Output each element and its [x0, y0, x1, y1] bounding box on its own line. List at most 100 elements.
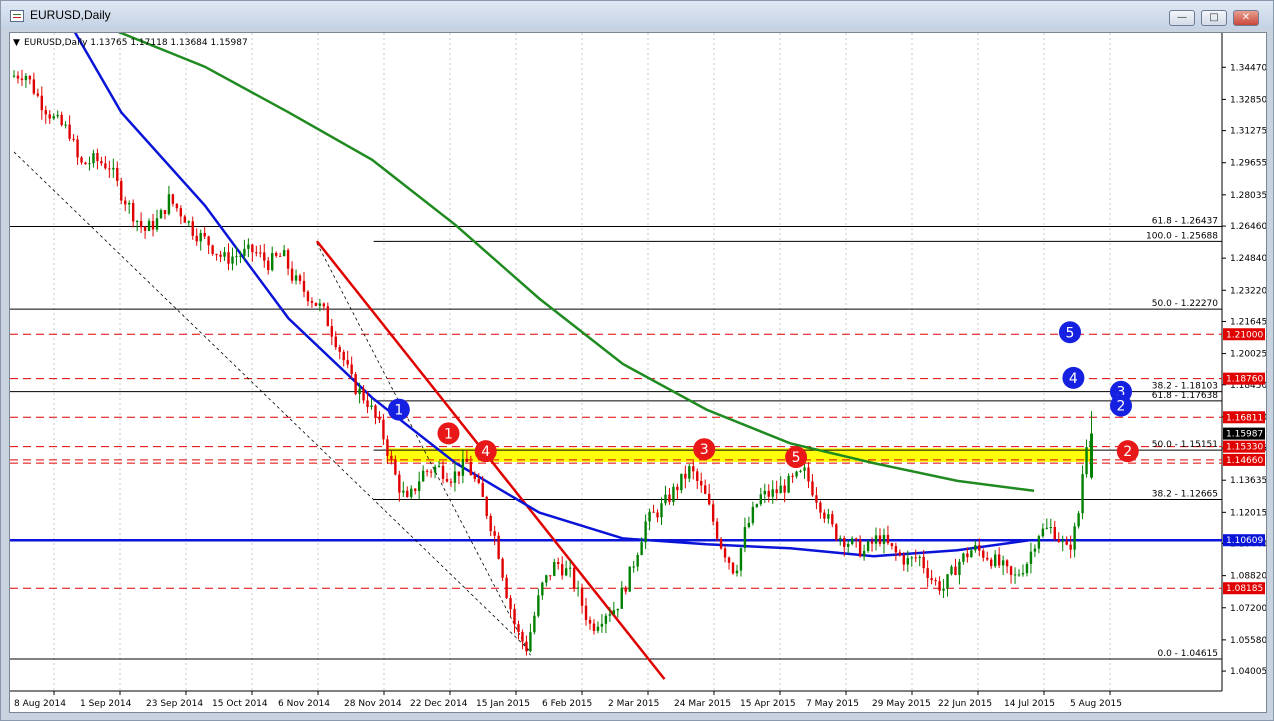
candle-bull	[755, 504, 759, 507]
candle-bull	[660, 503, 663, 518]
candle-bull	[358, 388, 361, 394]
wave-marker-label: 4	[1069, 371, 1078, 387]
candle-bear	[354, 374, 357, 394]
fib-level-label: 0.0 - 1.04615	[1158, 649, 1219, 659]
price-box-label: 1.10609	[1226, 536, 1263, 546]
candle-bull	[128, 202, 131, 205]
candle-bull	[763, 490, 766, 495]
candle-bull	[1045, 527, 1049, 529]
candle-bull	[235, 256, 238, 258]
minimize-button[interactable]: —	[1169, 10, 1195, 26]
candle-bear	[429, 471, 433, 473]
candle-bear	[997, 554, 1001, 566]
y-tick-label: 1.05580	[1230, 636, 1266, 646]
wave-marker-label: 2	[1117, 399, 1126, 415]
candle-bear	[692, 466, 695, 472]
candle-bear	[171, 194, 175, 204]
candle-bear	[143, 227, 147, 231]
candle-bull	[751, 506, 755, 523]
candle-bear	[819, 502, 822, 513]
close-button[interactable]: ✕	[1233, 10, 1259, 26]
candle-bear	[894, 546, 898, 553]
candle-bull	[604, 615, 608, 624]
candle-bull	[803, 467, 806, 471]
y-tick-label: 1.08820	[1230, 572, 1266, 582]
candle-bear	[696, 471, 699, 481]
candle-bull	[545, 575, 548, 583]
candle-bull	[664, 494, 667, 504]
candle-bear	[727, 557, 731, 563]
candle-bull	[64, 124, 67, 126]
candle-bear	[298, 275, 302, 281]
candle-bear	[934, 580, 937, 582]
candle-bull	[564, 568, 568, 576]
candle-bear	[886, 534, 890, 544]
x-tick-label: 15 Apr 2015	[740, 699, 796, 709]
candle-bear	[811, 481, 814, 496]
chart-area[interactable]: 1.34470 1.32850 1.31275 1.29655 1.28035 1.264…	[9, 32, 1267, 713]
candle-bear	[32, 79, 36, 94]
candle-bull	[787, 475, 790, 493]
candle-bull	[1025, 563, 1029, 574]
candle-bull	[282, 250, 286, 257]
candle-bull	[743, 527, 747, 549]
candle-bull	[644, 521, 647, 543]
candle-bear	[326, 306, 330, 327]
candle-bear	[163, 210, 167, 215]
chart-window: EURUSD,Daily — □ ✕ 1.34470 1.32850 1.31275…	[0, 0, 1274, 721]
candle-bull	[370, 405, 373, 408]
restore-button[interactable]: □	[1201, 10, 1227, 26]
candle-bear	[251, 244, 254, 253]
candle-bear	[505, 577, 508, 599]
candle-bull	[910, 557, 913, 559]
candle-bear	[76, 139, 79, 158]
candle-bear	[362, 388, 365, 401]
candle-bull	[1090, 433, 1094, 478]
candle-bull	[294, 275, 298, 281]
candle-bull	[739, 548, 743, 571]
candle-bull	[847, 543, 850, 547]
candle-bear	[584, 605, 588, 620]
candle-bear	[914, 557, 917, 559]
y-tick-label: 1.26460	[1230, 222, 1266, 232]
candle-bear	[390, 455, 393, 460]
x-tick-label: 6 Nov 2014	[278, 699, 330, 709]
candle-bear	[1053, 526, 1056, 540]
candle-bear	[346, 360, 349, 365]
candle-bull	[553, 562, 556, 576]
candle-bear	[711, 504, 715, 522]
candle-bear	[902, 555, 906, 565]
candle-bull	[56, 114, 59, 117]
candle-bear	[966, 553, 969, 558]
candle-bull	[962, 553, 965, 562]
candle-bull	[795, 471, 798, 477]
y-tick-label: 1.28035	[1230, 191, 1266, 201]
candle-bear	[1005, 560, 1009, 567]
candle-bull	[640, 542, 643, 556]
candle-bull	[402, 490, 405, 493]
candle-bear	[278, 255, 282, 257]
candle-bear	[342, 351, 345, 361]
candle-bear	[334, 336, 337, 348]
y-tick-label: 1.24840	[1230, 254, 1266, 264]
x-tick-label: 2 Mar 2015	[608, 699, 659, 709]
candle-bear	[48, 114, 51, 119]
candle-bull	[906, 558, 909, 565]
candle-bear	[72, 138, 75, 140]
candle-bear	[990, 559, 993, 567]
candle-bull	[688, 466, 691, 479]
candle-bear	[116, 167, 119, 181]
candle-bull	[958, 561, 961, 576]
x-tick-label: 29 May 2015	[872, 699, 931, 709]
candle-bull	[92, 153, 95, 164]
price-box-label: 1.18760	[1226, 375, 1263, 385]
candle-bear	[338, 347, 341, 352]
title-bar[interactable]: EURUSD,Daily — □ ✕	[1, 1, 1273, 29]
price-chart[interactable]: 1.34470 1.32850 1.31275 1.29655 1.28035 1.264…	[10, 33, 1266, 712]
candle-bear	[227, 252, 230, 264]
y-tick-label: 1.07200	[1230, 604, 1266, 614]
y-tick-label: 1.21645	[1230, 317, 1266, 327]
candle-bull	[529, 632, 532, 652]
candle-bear	[986, 557, 989, 560]
candle-bear	[549, 575, 552, 577]
